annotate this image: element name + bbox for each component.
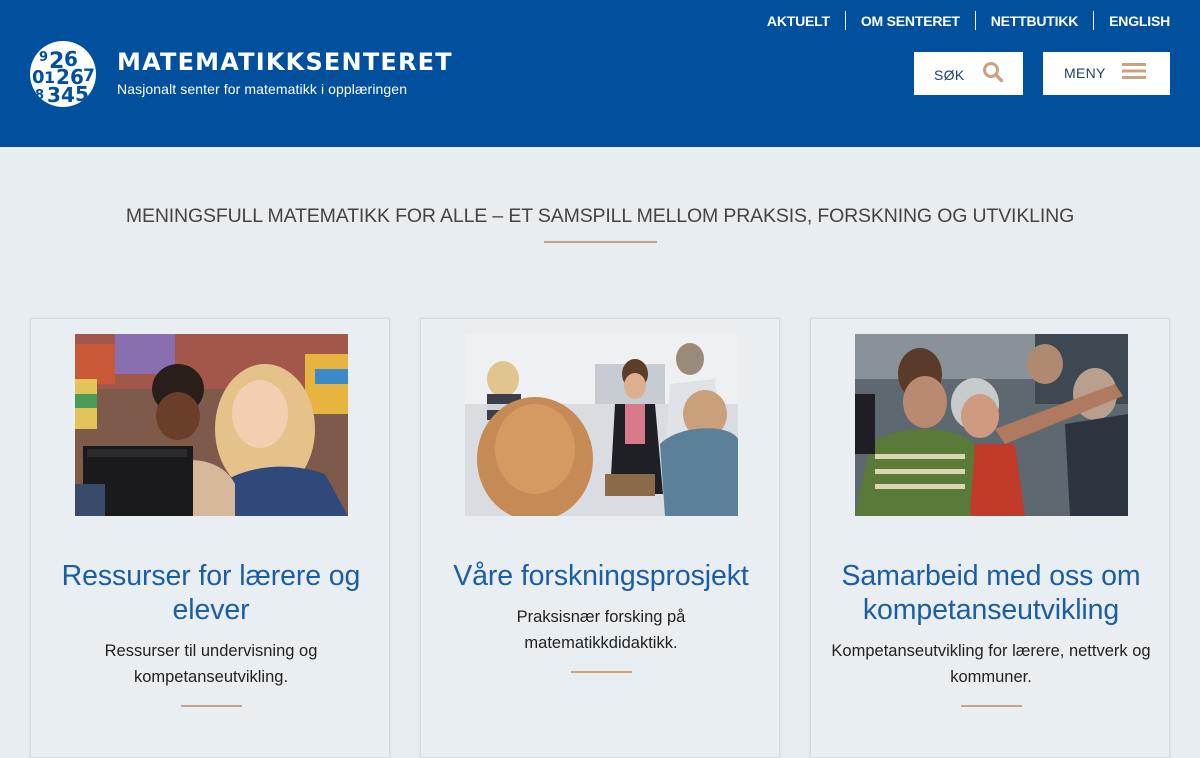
- nav-link-nettbutikk[interactable]: NETTBUTIKK: [976, 12, 1093, 30]
- card-title[interactable]: Samarbeid med oss om kompetanseutvikling: [811, 559, 1171, 627]
- top-nav: AKTUELT OM SENTERET NETTBUTIKK ENGLISH: [752, 11, 1170, 30]
- search-button[interactable]: SØK: [914, 52, 1023, 95]
- nav-link-om-senteret[interactable]: OM SENTERET: [846, 12, 975, 30]
- logo-digit: 0: [32, 67, 45, 88]
- card-image-meeting[interactable]: [465, 334, 738, 516]
- card-description: Kompetanseutvikling for lærere, nettverk…: [831, 642, 1151, 686]
- card-title[interactable]: Ressurser for lærere og elever: [31, 559, 391, 627]
- menu-label: MENY: [1064, 65, 1106, 81]
- logo-digit: 8: [35, 88, 44, 103]
- logo-text: MATEMATIKKSENTERET Nasjonalt senter for …: [117, 48, 453, 97]
- hamburger-icon: [1121, 62, 1146, 85]
- logo-digit: 4: [61, 83, 75, 107]
- site-subtitle: Nasjonalt senter for matematikk i opplær…: [117, 80, 408, 97]
- menu-button[interactable]: MENY: [1043, 52, 1170, 95]
- logo-digit: 3: [47, 83, 61, 107]
- card-description: Ressurser til undervisning og kompetanse…: [104, 642, 318, 686]
- site-logo[interactable]: 9 2 6 0 1 2 6 7 8 3 4 5 MATEMATIKKSENTER…: [30, 41, 453, 107]
- site-name: MATEMATIKKSENTERET: [117, 47, 453, 76]
- card-divider: [181, 705, 242, 707]
- logo-digit: 5: [75, 82, 89, 106]
- logo-digits: 9 2 6 0 1 2 6 7 8 3 4 5: [32, 47, 95, 107]
- logo-mark: 9 2 6 0 1 2 6 7 8 3 4 5: [30, 41, 96, 107]
- card-divider: [571, 671, 632, 673]
- card-image-workshop[interactable]: [855, 334, 1128, 516]
- card-collaboration[interactable]: Samarbeid med oss om kompetanseutvikling…: [810, 318, 1170, 758]
- page-tagline: MENINGSFULL MATEMATIKK FOR ALLE – ET SAM…: [125, 205, 1075, 227]
- nav-link-aktuelt[interactable]: AKTUELT: [752, 12, 845, 30]
- card-research[interactable]: Våre forskningsprosjekt Praksisnær forsk…: [420, 318, 780, 758]
- site-header: AKTUELT OM SENTERET NETTBUTIKK ENGLISH 9…: [0, 0, 1200, 147]
- nav-link-english[interactable]: ENGLISH: [1094, 12, 1170, 30]
- card-title[interactable]: Våre forskningsprosjekt: [421, 559, 781, 593]
- search-icon: [982, 61, 1004, 88]
- card-description: Praksisnær forsking på matematikkdidakti…: [516, 608, 686, 652]
- tagline-divider: [544, 241, 657, 243]
- search-label: SØK: [934, 67, 965, 83]
- card-image-students[interactable]: [75, 334, 348, 516]
- logo-digit: 9: [39, 50, 48, 65]
- card-resources[interactable]: Ressurser for lærere og elever Ressurser…: [30, 318, 390, 758]
- card-divider: [961, 705, 1022, 707]
